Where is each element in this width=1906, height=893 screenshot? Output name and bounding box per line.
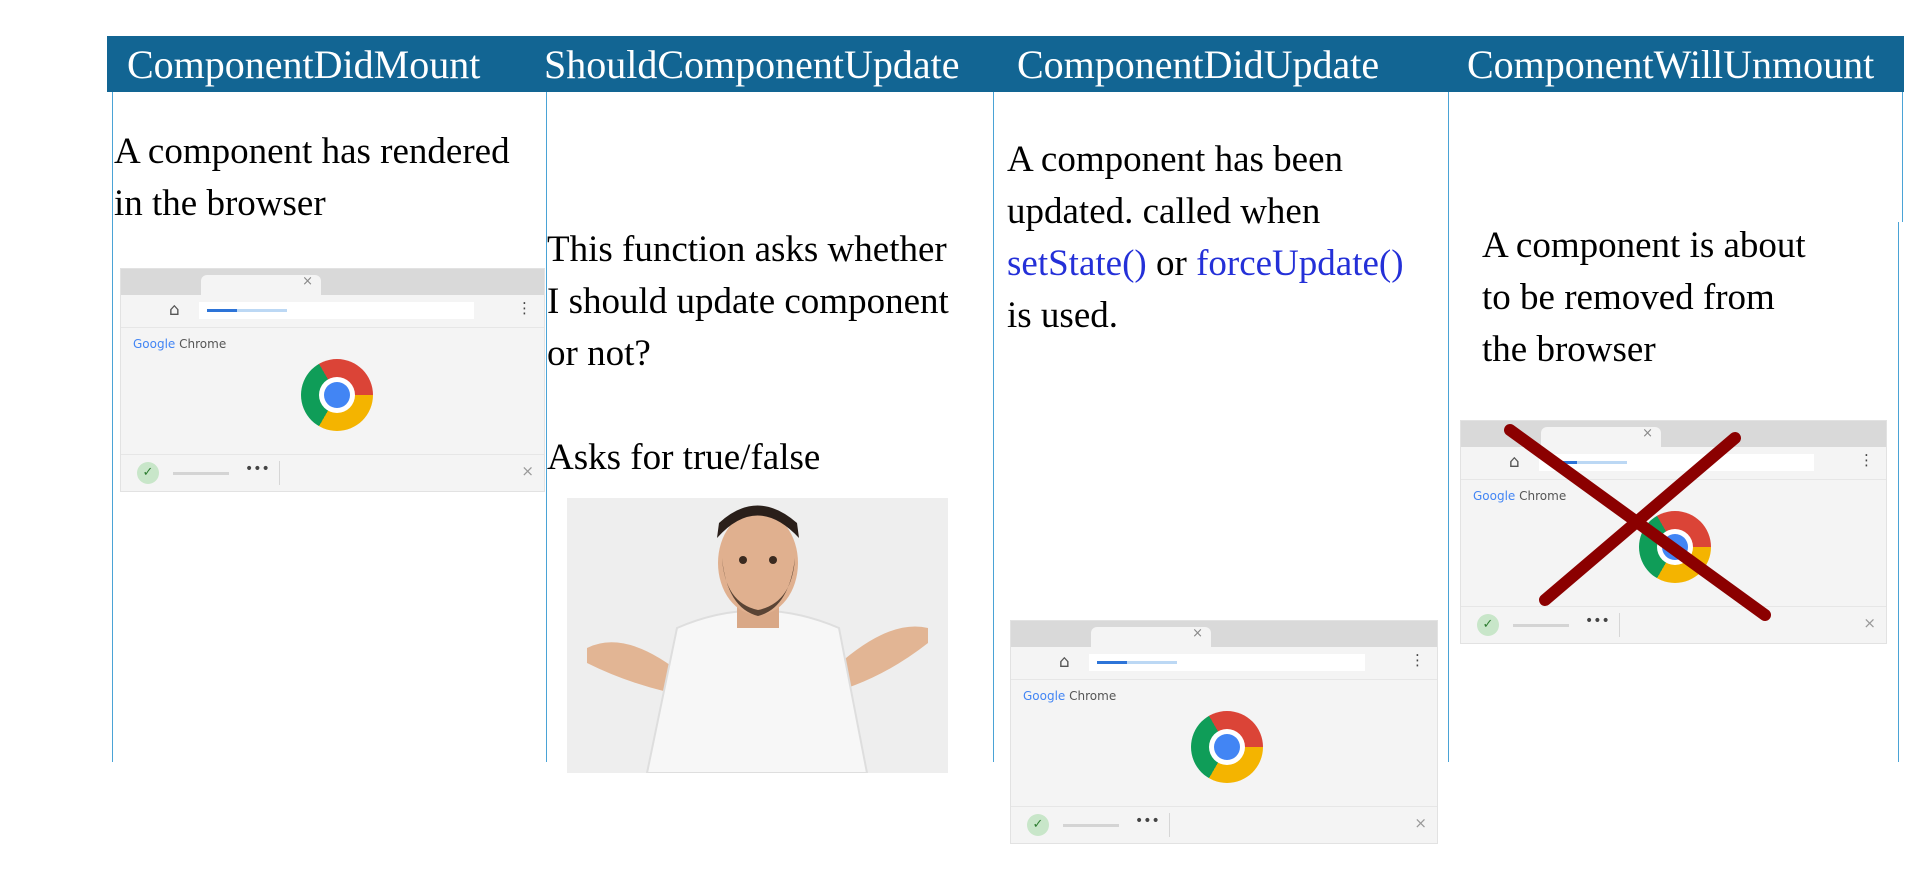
header-should-component-update: ShouldComponentUpdate xyxy=(544,42,960,87)
browser-tab: × xyxy=(1091,626,1211,647)
google-chrome-brand: Google Chrome xyxy=(1473,489,1566,503)
progress-bar xyxy=(1097,661,1177,664)
browser-toolbar: ⌂ ⋮ xyxy=(1011,647,1437,680)
progress-bar xyxy=(1547,461,1627,464)
status-line xyxy=(1063,824,1119,827)
text-line: in the browser xyxy=(114,183,326,224)
tab-close-icon: × xyxy=(302,274,313,289)
chrome-logo-icon xyxy=(301,359,373,431)
column-divider xyxy=(112,92,113,762)
tab-close-icon: × xyxy=(1642,426,1653,441)
browser-toolbar: ⌂ ⋮ xyxy=(1461,447,1886,480)
browser-tab: × xyxy=(1541,426,1661,447)
home-icon: ⌂ xyxy=(1509,452,1520,472)
header-component-did-mount: ComponentDidMount xyxy=(127,42,481,87)
text-line: to be removed from xyxy=(1482,277,1775,318)
status-separator xyxy=(279,461,280,485)
text-line: A component has been xyxy=(1007,139,1343,180)
close-icon: × xyxy=(521,462,534,480)
set-state-function: setState() xyxy=(1007,243,1147,284)
more-icon: ••• xyxy=(1135,813,1160,829)
brand-chrome: Chrome xyxy=(1069,689,1117,703)
status-bar: ✓ ••• × xyxy=(121,454,544,491)
tab-close-icon: × xyxy=(1192,626,1203,641)
shrugging-person-image xyxy=(567,498,948,773)
text-line: A component has rendered xyxy=(114,131,510,172)
progress-bar xyxy=(207,309,287,312)
tab-bar xyxy=(1011,621,1437,647)
column-divider xyxy=(1448,92,1449,762)
text-line: is used. xyxy=(1007,295,1118,336)
text-line: I should update component xyxy=(547,281,949,322)
chrome-logo-icon xyxy=(1639,511,1711,583)
menu-icon: ⋮ xyxy=(517,299,532,317)
force-update-function: forceUpdate() xyxy=(1196,243,1404,284)
address-bar xyxy=(199,302,474,319)
column-divider xyxy=(1898,222,1899,762)
brand-chrome: Chrome xyxy=(179,337,227,351)
browser-toolbar: ⌂ ⋮ xyxy=(121,295,544,328)
did-mount-description: A component has rendered in the browser xyxy=(114,126,510,230)
tab-bar xyxy=(1461,421,1886,447)
menu-icon: ⋮ xyxy=(1410,651,1425,669)
status-separator xyxy=(1169,813,1170,837)
browser-window-unmounting: × ⌂ ⋮ Google Chrome ✓ ••• × xyxy=(1460,420,1887,644)
or-word: or xyxy=(1146,243,1197,284)
header-bar: ComponentDidMount ShouldComponentUpdate … xyxy=(107,36,1904,92)
check-icon: ✓ xyxy=(137,462,159,484)
browser-window-updated: × ⌂ ⋮ Google Chrome ✓ ••• × xyxy=(1010,620,1438,844)
browser-window-mounted: × ⌂ ⋮ Google Chrome ✓ ••• × xyxy=(120,268,545,492)
brand-google: Google xyxy=(133,337,176,351)
more-icon: ••• xyxy=(1585,613,1610,629)
person-illustration xyxy=(567,498,948,773)
status-bar: ✓ ••• × xyxy=(1011,806,1437,843)
column-divider xyxy=(1902,92,1903,222)
address-bar xyxy=(1539,454,1814,471)
home-icon: ⌂ xyxy=(1059,652,1070,672)
text-line: A component is about xyxy=(1482,225,1806,266)
should-update-return: Asks for true/false xyxy=(547,437,821,478)
status-separator xyxy=(1619,613,1620,637)
browser-tab: × xyxy=(201,274,321,295)
more-icon: ••• xyxy=(245,461,270,477)
close-icon: × xyxy=(1863,614,1876,632)
text-line: This function asks whether xyxy=(547,229,947,270)
text-line: or not? xyxy=(547,333,651,374)
tab-bar xyxy=(121,269,544,295)
will-unmount-description: A component is about to be removed from … xyxy=(1482,220,1806,376)
check-icon: ✓ xyxy=(1027,814,1049,836)
brand-google: Google xyxy=(1473,489,1516,503)
address-bar xyxy=(1089,654,1365,671)
text-line: the browser xyxy=(1482,329,1656,370)
status-line xyxy=(173,472,229,475)
text-line: setState() or forceUpdate() xyxy=(1007,238,1404,290)
google-chrome-brand: Google Chrome xyxy=(133,337,226,351)
brand-google: Google xyxy=(1023,689,1066,703)
column-divider xyxy=(993,92,994,762)
chrome-logo-icon xyxy=(1191,711,1263,783)
menu-icon: ⋮ xyxy=(1859,451,1874,469)
should-update-description: This function asks whether I should upda… xyxy=(547,224,949,380)
google-chrome-brand: Google Chrome xyxy=(1023,689,1116,703)
home-icon: ⌂ xyxy=(169,300,180,320)
header-component-did-update: ComponentDidUpdate xyxy=(1017,42,1380,87)
text-line: updated. called when xyxy=(1007,191,1321,232)
status-line xyxy=(1513,624,1569,627)
column-divider xyxy=(546,92,547,762)
header-component-will-unmount: ComponentWillUnmount xyxy=(1467,42,1875,87)
status-bar: ✓ ••• × xyxy=(1461,606,1886,643)
did-update-description: A component has been updated. called whe… xyxy=(1007,134,1404,342)
brand-chrome: Chrome xyxy=(1519,489,1567,503)
close-icon: × xyxy=(1414,814,1427,832)
check-icon: ✓ xyxy=(1477,614,1499,636)
